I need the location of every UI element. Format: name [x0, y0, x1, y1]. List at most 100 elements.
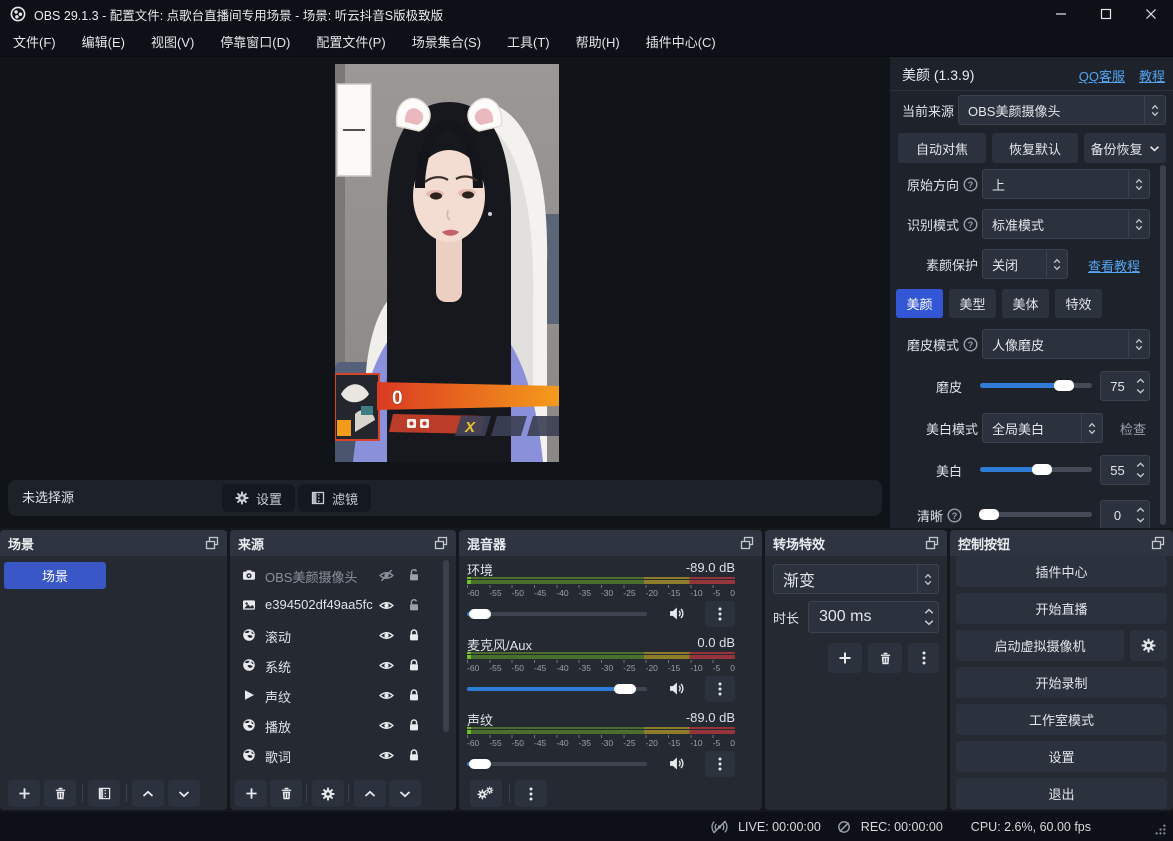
lock-toggle[interactable]	[404, 566, 424, 584]
volume-slider[interactable]	[467, 612, 647, 616]
popout-button[interactable]	[1151, 536, 1165, 550]
current-source-select[interactable]: OBS美颜摄像头	[958, 95, 1166, 125]
smooth-value-spinner[interactable]: 75	[1100, 371, 1150, 401]
lock-toggle[interactable]	[404, 686, 424, 704]
help-icon[interactable]	[963, 337, 978, 352]
chevron-down-icon[interactable]	[1136, 517, 1145, 523]
channel-options-button[interactable]	[705, 751, 735, 777]
autofocus-button[interactable]: 自动对焦	[898, 133, 986, 163]
scene-item-selected[interactable]: 场景	[4, 562, 106, 589]
source-row[interactable]: OBS美颜摄像头	[230, 560, 456, 590]
move-source-up-button[interactable]	[354, 780, 386, 807]
start-recording-button[interactable]: 开始录制	[956, 667, 1167, 698]
popout-button[interactable]	[205, 536, 219, 550]
lock-toggle[interactable]	[404, 626, 424, 644]
move-scene-up-button[interactable]	[132, 780, 164, 807]
start-streaming-button[interactable]: 开始直播	[956, 593, 1167, 624]
advanced-audio-button[interactable]	[470, 780, 502, 807]
lock-toggle[interactable]	[404, 716, 424, 734]
slider-handle[interactable]	[614, 684, 636, 694]
mute-button[interactable]	[669, 606, 684, 621]
restore-default-button[interactable]: 恢复默认	[992, 133, 1078, 163]
popout-button[interactable]	[434, 536, 448, 550]
volume-slider[interactable]	[467, 687, 647, 691]
lock-toggle[interactable]	[404, 746, 424, 764]
source-row[interactable]: 声纹	[230, 680, 456, 710]
qq-support-link[interactable]: QQ客服	[1079, 66, 1125, 85]
whiten-value-spinner[interactable]: 55	[1100, 455, 1150, 485]
chevron-down-icon[interactable]	[1136, 472, 1145, 478]
chevron-up-icon[interactable]	[1136, 507, 1145, 513]
volume-slider[interactable]	[467, 762, 647, 766]
scene-filters-button[interactable]	[88, 780, 120, 807]
view-tutorial-link[interactable]: 查看教程	[1088, 256, 1140, 275]
add-scene-button[interactable]	[8, 780, 40, 807]
maximize-button[interactable]	[1083, 0, 1128, 28]
check-button[interactable]: 检查	[1112, 413, 1154, 443]
chevron-up-icon[interactable]	[1136, 462, 1145, 468]
transition-select[interactable]: 渐变	[773, 564, 939, 594]
scrollbar[interactable]	[1160, 165, 1166, 525]
help-icon[interactable]	[963, 217, 978, 232]
help-icon[interactable]	[947, 508, 962, 523]
move-source-down-button[interactable]	[389, 780, 421, 807]
menu-plugin-center[interactable]: 插件中心(C)	[633, 28, 729, 57]
source-properties-button[interactable]	[312, 780, 344, 807]
slider-handle[interactable]	[469, 609, 491, 619]
minimize-button[interactable]	[1038, 0, 1083, 28]
close-button[interactable]	[1128, 0, 1173, 28]
add-source-button[interactable]	[235, 780, 267, 807]
settings-button[interactable]: 设置	[956, 741, 1167, 772]
remove-transition-button[interactable]	[868, 643, 902, 673]
visibility-toggle[interactable]	[376, 656, 396, 674]
tab-body[interactable]: 美体	[1002, 289, 1049, 318]
clarity-slider[interactable]	[980, 512, 1092, 517]
transition-options-button[interactable]	[908, 643, 939, 673]
slider-handle[interactable]	[469, 759, 491, 769]
virtual-camera-settings-button[interactable]	[1130, 630, 1167, 661]
source-filters-button[interactable]: 滤镜	[298, 484, 371, 512]
remove-scene-button[interactable]	[44, 780, 76, 807]
plugin-center-button[interactable]: 插件中心	[956, 556, 1167, 587]
backup-restore-button[interactable]: 备份恢复	[1084, 133, 1166, 163]
visibility-toggle[interactable]	[376, 626, 396, 644]
tutorial-link[interactable]: 教程	[1139, 66, 1165, 85]
chevron-down-icon[interactable]	[1136, 388, 1145, 394]
slider-handle[interactable]	[979, 509, 999, 520]
menu-profile[interactable]: 配置文件(P)	[303, 28, 398, 57]
move-scene-down-button[interactable]	[168, 780, 200, 807]
chevron-down-icon[interactable]	[924, 619, 934, 626]
clarity-value-spinner[interactable]: 0	[1100, 500, 1150, 528]
tab-beauty[interactable]: 美颜	[896, 289, 943, 318]
channel-options-button[interactable]	[705, 601, 735, 627]
tab-reshape[interactable]: 美型	[949, 289, 996, 318]
resize-grip[interactable]	[1155, 824, 1166, 835]
popout-button[interactable]	[740, 536, 754, 550]
slider-handle[interactable]	[1054, 380, 1074, 391]
chevron-up-icon[interactable]	[924, 608, 934, 615]
video-preview[interactable]: 0 X	[335, 64, 559, 462]
visibility-toggle[interactable]	[376, 596, 396, 614]
studio-mode-button[interactable]: 工作室模式	[956, 704, 1167, 735]
bare-face-protect-select[interactable]: 关闭	[982, 249, 1068, 279]
mixer-options-button[interactable]	[515, 780, 547, 807]
source-row[interactable]: e394502df49aa5fc	[230, 590, 456, 620]
tab-effects[interactable]: 特效	[1055, 289, 1102, 318]
visibility-toggle[interactable]	[376, 716, 396, 734]
mute-button[interactable]	[669, 756, 684, 771]
visibility-toggle[interactable]	[376, 746, 396, 764]
duration-spinner[interactable]: 300 ms	[808, 601, 939, 633]
whiten-slider[interactable]	[980, 467, 1092, 472]
orientation-select[interactable]: 上	[982, 169, 1150, 199]
smooth-mode-select[interactable]: 人像磨皮	[982, 329, 1150, 359]
scrollbar[interactable]	[443, 560, 449, 732]
menu-help[interactable]: 帮助(H)	[563, 28, 633, 57]
visibility-toggle[interactable]	[376, 566, 396, 584]
slider-handle[interactable]	[1032, 464, 1052, 475]
exit-button[interactable]: 退出	[956, 778, 1167, 809]
lock-toggle[interactable]	[404, 596, 424, 614]
lock-toggle[interactable]	[404, 656, 424, 674]
popout-button[interactable]	[925, 536, 939, 550]
source-row[interactable]: 滚动	[230, 620, 456, 650]
add-transition-button[interactable]	[828, 643, 862, 673]
